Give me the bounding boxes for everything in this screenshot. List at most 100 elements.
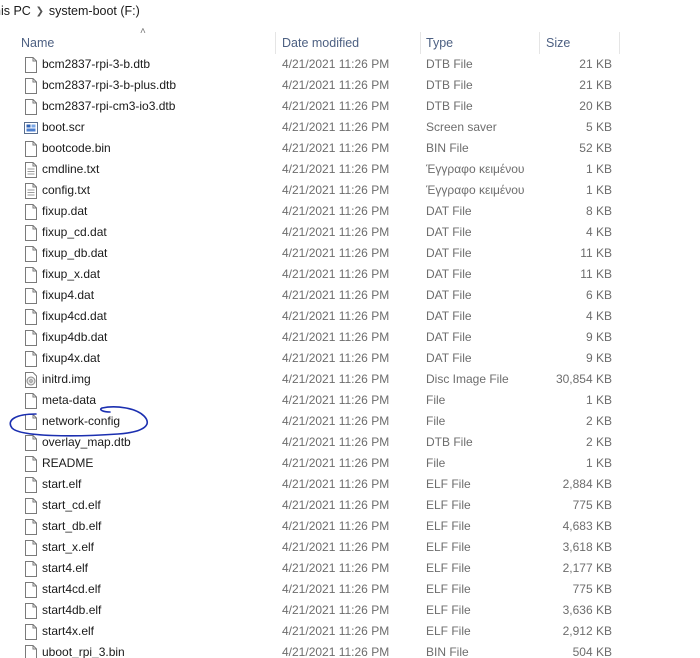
- file-name: bcm2837-rpi-3-b.dtb: [42, 57, 151, 71]
- file-date-modified: 4/21/2021 11:26 PM: [282, 78, 390, 92]
- file-row[interactable]: fixup4cd.dat 4/21/2021 11:26 PM DAT File 4 …: [0, 306, 700, 327]
- file-type: DAT File: [426, 246, 472, 260]
- file-row[interactable]: fixup.dat 4/21/2021 11:26 PM DAT File 8 KB: [0, 201, 700, 222]
- file-name: start.elf: [42, 477, 82, 491]
- file-size: 52 KB: [579, 141, 612, 155]
- column-header-type[interactable]: Type: [426, 30, 453, 56]
- file-name: fixup4db.dat: [42, 330, 108, 344]
- file-row[interactable]: overlay_map.dtb 4/21/2021 11:26 PM DTB Fil…: [0, 432, 700, 453]
- file-size: 8 KB: [585, 204, 612, 218]
- file-row[interactable]: bcm2837-rpi-3-b-plus.dtb 4/21/2021 11:26 …: [0, 75, 700, 96]
- file-name: network-config: [42, 414, 121, 428]
- column-divider[interactable]: [619, 32, 620, 54]
- file-type: ELF File: [426, 519, 471, 533]
- file-row[interactable]: start4x.elf 4/21/2021 11:26 PM ELF File 2,9…: [0, 621, 700, 642]
- file-row[interactable]: cmdline.txt 4/21/2021 11:26 PM Έγγραφο κει…: [0, 159, 700, 180]
- file-size: 4 KB: [585, 309, 612, 323]
- file-row[interactable]: fixup4.dat 4/21/2021 11:26 PM DAT File 6 KB: [0, 285, 700, 306]
- file-row[interactable]: network-config 4/21/2021 11:26 PM File 2 KB: [0, 411, 700, 432]
- file-row[interactable]: initrd.img 4/21/2021 11:26 PM Disc Image F…: [0, 369, 700, 390]
- column-header-name[interactable]: Name: [21, 30, 54, 56]
- file-name: fixup4x.dat: [42, 351, 101, 365]
- file-row[interactable]: uboot_rpi_3.bin 4/21/2021 11:26 PM BIN Fil…: [0, 642, 700, 658]
- file-date-modified: 4/21/2021 11:26 PM: [282, 246, 390, 260]
- file-name: README: [42, 456, 94, 470]
- file-date-modified: 4/21/2021 11:26 PM: [282, 624, 390, 638]
- file-size: 6 KB: [585, 288, 612, 302]
- file-size: 2 KB: [585, 435, 612, 449]
- file-row[interactable]: fixup_db.dat 4/21/2021 11:26 PM DAT File 11…: [0, 243, 700, 264]
- file-row[interactable]: start4cd.elf 4/21/2021 11:26 PM ELF File 77…: [0, 579, 700, 600]
- file-date-modified: 4/21/2021 11:26 PM: [282, 645, 390, 658]
- file-type: Έγγραφο κειμένου: [426, 162, 525, 176]
- file-icon: [24, 435, 38, 451]
- file-row[interactable]: start_cd.elf 4/21/2021 11:26 PM ELF File 77…: [0, 495, 700, 516]
- file-type: ELF File: [426, 561, 471, 575]
- file-size: 4,683 KB: [562, 519, 612, 533]
- file-icon: [24, 141, 38, 157]
- file-row[interactable]: fixup_cd.dat 4/21/2021 11:26 PM DAT File 4 …: [0, 222, 700, 243]
- column-header-size[interactable]: Size: [546, 30, 570, 56]
- file-icon: [24, 645, 38, 658]
- breadcrumb-this-pc[interactable]: nis PC: [0, 4, 31, 18]
- file-icon: [24, 288, 38, 304]
- file-name: start_cd.elf: [42, 498, 101, 512]
- column-divider[interactable]: [539, 32, 540, 54]
- file-date-modified: 4/21/2021 11:26 PM: [282, 267, 390, 281]
- file-type: ELF File: [426, 582, 471, 596]
- file-row[interactable]: bootcode.bin 4/21/2021 11:26 PM BIN File 52…: [0, 138, 700, 159]
- file-row[interactable]: start4db.elf 4/21/2021 11:26 PM ELF File 3,…: [0, 600, 700, 621]
- file-row[interactable]: bcm2837-rpi-3-b.dtb 4/21/2021 11:26 PM DTB…: [0, 54, 700, 75]
- file-size: 4 KB: [585, 225, 612, 239]
- file-type: DAT File: [426, 288, 472, 302]
- file-icon: [24, 498, 38, 514]
- file-icon: [24, 624, 38, 640]
- file-type: ELF File: [426, 498, 471, 512]
- file-type: Screen saver: [426, 120, 497, 134]
- file-icon: [24, 99, 38, 115]
- file-icon: [24, 477, 38, 493]
- file-type: ELF File: [426, 477, 471, 491]
- breadcrumb: nis PC ❯ system-boot (F:): [0, 0, 700, 22]
- file-date-modified: 4/21/2021 11:26 PM: [282, 225, 390, 239]
- file-row[interactable]: start4.elf 4/21/2021 11:26 PM ELF File 2,17…: [0, 558, 700, 579]
- column-header-date-modified[interactable]: Date modified: [282, 30, 359, 56]
- file-size: 1 KB: [585, 456, 612, 470]
- file-type: BIN File: [426, 645, 469, 658]
- column-divider[interactable]: [275, 32, 276, 54]
- file-date-modified: 4/21/2021 11:26 PM: [282, 561, 390, 575]
- file-row[interactable]: fixup4db.dat 4/21/2021 11:26 PM DAT File 9 …: [0, 327, 700, 348]
- file-date-modified: 4/21/2021 11:26 PM: [282, 162, 390, 176]
- file-name: start4.elf: [42, 561, 89, 575]
- file-row[interactable]: bcm2837-rpi-cm3-io3.dtb 4/21/2021 11:26 P…: [0, 96, 700, 117]
- file-icon: [24, 603, 38, 619]
- file-row[interactable]: start_x.elf 4/21/2021 11:26 PM ELF File 3,6…: [0, 537, 700, 558]
- file-row[interactable]: start.elf 4/21/2021 11:26 PM ELF File 2,884…: [0, 474, 700, 495]
- file-row[interactable]: fixup_x.dat 4/21/2021 11:26 PM DAT File 11 …: [0, 264, 700, 285]
- file-size: 30,854 KB: [555, 372, 612, 386]
- column-divider[interactable]: [420, 32, 421, 54]
- text-file-icon: [24, 162, 38, 178]
- file-row[interactable]: config.txt 4/21/2021 11:26 PM Έγγραφο κειμ…: [0, 180, 700, 201]
- file-date-modified: 4/21/2021 11:26 PM: [282, 351, 390, 365]
- file-icon: [24, 309, 38, 325]
- file-icon: [24, 519, 38, 535]
- chevron-right-icon[interactable]: ❯: [31, 6, 49, 17]
- file-date-modified: 4/21/2021 11:26 PM: [282, 456, 390, 470]
- file-size: 1 KB: [585, 393, 612, 407]
- file-icon: [24, 57, 38, 73]
- file-row[interactable]: meta-data 4/21/2021 11:26 PM File 1 KB: [0, 390, 700, 411]
- file-row[interactable]: fixup4x.dat 4/21/2021 11:26 PM DAT File 9 K…: [0, 348, 700, 369]
- file-icon: [24, 351, 38, 367]
- file-row[interactable]: README 4/21/2021 11:26 PM File 1 KB: [0, 453, 700, 474]
- file-name: start4x.elf: [42, 624, 95, 638]
- file-date-modified: 4/21/2021 11:26 PM: [282, 393, 390, 407]
- file-type: DTB File: [426, 99, 473, 113]
- breadcrumb-system-boot[interactable]: system-boot (F:): [49, 4, 140, 18]
- file-name: start_x.elf: [42, 540, 95, 554]
- file-size: 3,636 KB: [562, 603, 612, 617]
- file-row[interactable]: start_db.elf 4/21/2021 11:26 PM ELF File 4,…: [0, 516, 700, 537]
- file-row[interactable]: boot.scr 4/21/2021 11:26 PM Screen saver 5 …: [0, 117, 700, 138]
- file-date-modified: 4/21/2021 11:26 PM: [282, 120, 390, 134]
- file-name: bootcode.bin: [42, 141, 111, 155]
